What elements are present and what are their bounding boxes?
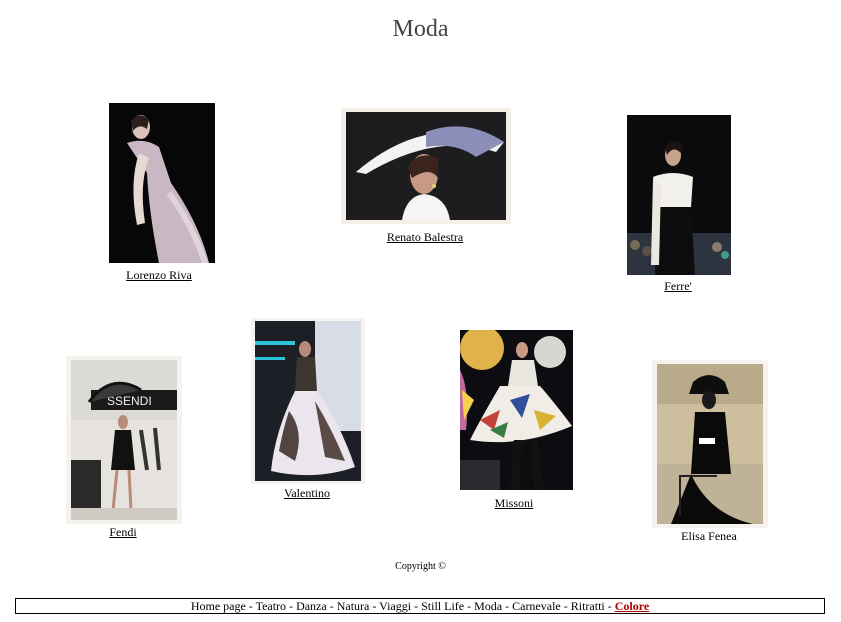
photo-card-elisa-fenea	[652, 360, 768, 528]
photo-elisa-fenea	[657, 364, 763, 524]
photo-label-missoni[interactable]: Missoni	[495, 496, 534, 511]
photo-lorenzo-riva[interactable]	[109, 103, 215, 263]
nav-separator: -	[560, 599, 571, 613]
nav-link-viaggi[interactable]: Viaggi	[379, 599, 411, 613]
photo-missoni[interactable]	[460, 330, 573, 490]
nav-link-teatro[interactable]: Teatro	[256, 599, 286, 613]
photo-card-valentino	[251, 318, 365, 484]
nav-link-colore[interactable]: Colore	[615, 599, 649, 613]
photo-label-lorenzo-riva[interactable]: Lorenzo Riva	[126, 268, 192, 283]
photo-valentino[interactable]	[255, 321, 361, 481]
photo-label-valentino[interactable]: Valentino	[284, 486, 330, 501]
nav-link-still-life[interactable]: Still Life	[421, 599, 464, 613]
nav-separator: -	[286, 599, 297, 613]
photo-card-lorenzo-riva	[109, 103, 215, 263]
photo-card-fendi: SSENDI	[66, 356, 182, 524]
nav-link-natura[interactable]: Natura	[337, 599, 370, 613]
nav-link-ritratti[interactable]: Ritratti	[571, 599, 605, 613]
nav-separator: -	[411, 599, 422, 613]
photo-label-ferre[interactable]: Ferre'	[664, 279, 691, 294]
photo-fendi[interactable]: SSENDI	[71, 360, 177, 520]
copyright-text: Copyright ©	[395, 561, 446, 572]
nav-separator: -	[245, 599, 256, 613]
nav-link-carnevale[interactable]: Carnevale	[512, 599, 561, 613]
nav-link-danza[interactable]: Danza	[296, 599, 327, 613]
footer-nav: Home page - Teatro - Danza - Natura - Vi…	[15, 598, 825, 614]
nav-link-home-page[interactable]: Home page	[191, 599, 246, 613]
photo-label-fendi[interactable]: Fendi	[109, 525, 136, 540]
nav-separator: -	[502, 599, 513, 613]
photo-renato-balestra[interactable]	[346, 112, 506, 220]
photo-card-renato-balestra	[341, 108, 511, 224]
photo-label-renato-balestra[interactable]: Renato Balestra	[387, 230, 463, 245]
page: Moda Lorenzo Riva Renato Balestra Ferre'…	[0, 0, 841, 622]
photo-card-missoni	[460, 330, 573, 490]
photo-ferre[interactable]	[627, 115, 731, 275]
nav-separator: -	[369, 599, 380, 613]
nav-link-moda[interactable]: Moda	[474, 599, 502, 613]
nav-separator: -	[464, 599, 475, 613]
page-title: Moda	[392, 16, 449, 42]
photo-label-elisa-fenea: Elisa Fenea	[681, 529, 737, 543]
photo-card-ferre	[627, 115, 731, 275]
nav-separator: -	[604, 599, 615, 613]
nav-separator: -	[326, 599, 337, 613]
